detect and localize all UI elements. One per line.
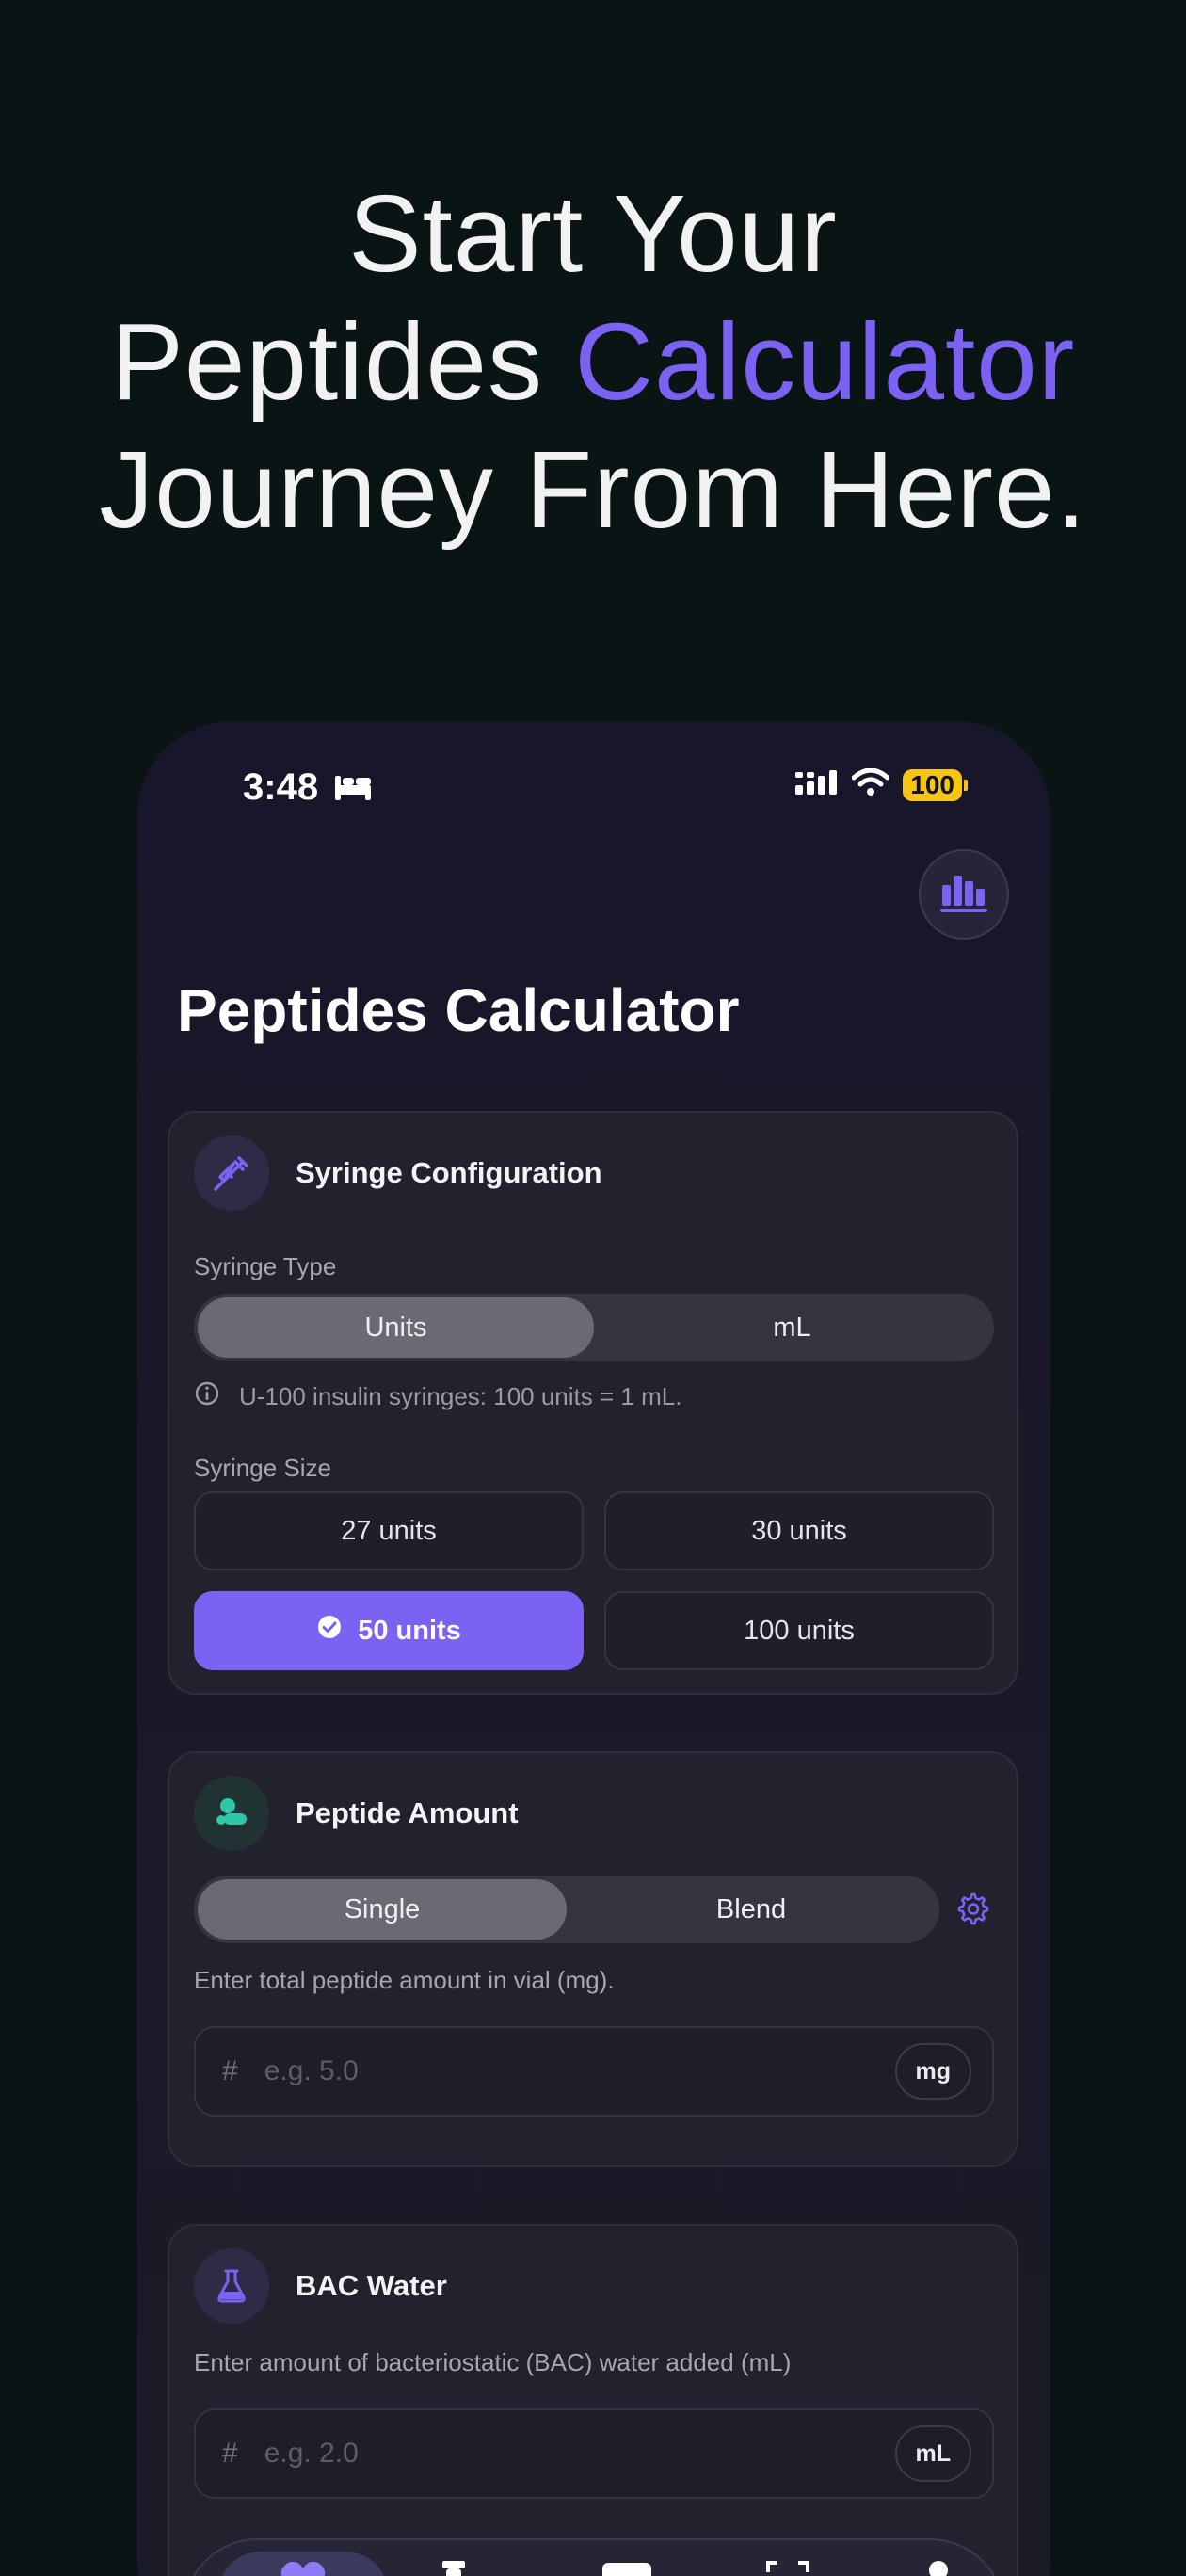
size-option-27[interactable]: 27 units (194, 1491, 584, 1570)
bar-chart-icon (938, 872, 989, 918)
peptide-amount-card: Peptide Amount Single Blend Enter total … (168, 1751, 1018, 2167)
battery-tip (964, 779, 968, 791)
bed-icon (333, 772, 373, 807)
syringe-type-units[interactable]: Units (198, 1297, 594, 1358)
bac-hint: Enter amount of bacteriostatic (BAC) wat… (194, 2348, 792, 2376)
bac-water-card: BAC Water Enter amount of bacteriostatic… (168, 2224, 1018, 2576)
size-option-30[interactable]: 30 units (604, 1491, 994, 1570)
bac-water-field[interactable]: # mL (194, 2408, 994, 2499)
card-title: Syringe Configuration (296, 1156, 602, 1189)
unit-badge: mL (894, 2425, 971, 2482)
unit-badge: mg (894, 2043, 971, 2100)
card-icon[interactable] (601, 2559, 653, 2576)
card-header: BAC Water (194, 2248, 447, 2324)
heart-icon[interactable] (279, 2559, 328, 2576)
gear-icon[interactable] (956, 1892, 990, 1931)
size-option-label: 30 units (751, 1515, 847, 1546)
marketing-screen: Start Your Peptides Calculator Journey F… (0, 0, 1186, 2576)
check-circle-icon (316, 1614, 343, 1648)
status-icons: 100 (795, 767, 968, 801)
flask-icon (194, 2248, 269, 2324)
syringe-type-ml[interactable]: mL (594, 1297, 990, 1358)
stats-button[interactable] (919, 849, 1009, 940)
headline: Start Your Peptides Calculator Journey F… (0, 169, 1186, 554)
peptide-hint: Enter total peptide amount in vial (mg). (194, 1966, 615, 1994)
headline-line-3: Journey From Here. (99, 428, 1087, 551)
size-option-100[interactable]: 100 units (604, 1591, 994, 1670)
phone-screen: 3:48 100 Peptides Calculator Syringe Con… (137, 721, 1050, 2576)
syringe-type-toggle[interactable]: Units mL (194, 1294, 994, 1361)
card-title: BAC Water (296, 2269, 447, 2302)
peptide-amount-field[interactable]: # mg (194, 2026, 994, 2117)
size-option-label: 27 units (341, 1515, 437, 1546)
peptide-mode-blend[interactable]: Blend (567, 1879, 936, 1940)
syringe-icon (194, 1135, 269, 1211)
hash-icon: # (222, 2055, 238, 2086)
peptide-mode-toggle[interactable]: Single Blend (194, 1876, 939, 1943)
info-text: U-100 insulin syringes: 100 units = 1 mL… (239, 1382, 682, 1410)
vial-icon[interactable] (437, 2559, 471, 2576)
battery-icon: 100 (903, 768, 962, 801)
card-header: Peptide Amount (194, 1776, 519, 1851)
scan-icon[interactable] (764, 2559, 811, 2576)
profile-icon[interactable] (924, 2559, 953, 2576)
hash-icon: # (222, 2438, 238, 2469)
bottom-nav (183, 2538, 1005, 2576)
bac-water-input[interactable] (264, 2438, 895, 2470)
signal-icon (795, 768, 839, 801)
card-title: Peptide Amount (296, 1796, 519, 1829)
wifi-icon (851, 767, 890, 801)
syringe-size-label: Syringe Size (194, 1454, 331, 1482)
card-header: Syringe Configuration (194, 1135, 602, 1211)
syringe-type-label: Syringe Type (194, 1252, 337, 1280)
syringe-info: U-100 insulin syringes: 100 units = 1 mL… (194, 1380, 681, 1413)
size-option-label: 100 units (744, 1615, 855, 1646)
status-time: 3:48 (243, 766, 319, 808)
size-option-50[interactable]: 50 units (194, 1591, 584, 1670)
headline-line-1: Start Your (348, 172, 838, 295)
peptide-amount-input[interactable] (264, 2055, 895, 2087)
headline-accent: Calculator (574, 300, 1076, 423)
headline-line-2: Peptides Calculator (0, 298, 1186, 426)
page-title: Peptides Calculator (177, 976, 740, 1044)
pills-icon (194, 1776, 269, 1851)
peptide-mode-single[interactable]: Single (198, 1879, 567, 1940)
syringe-config-card: Syringe Configuration Syringe Type Units… (168, 1111, 1018, 1695)
size-option-label: 50 units (358, 1615, 461, 1646)
headline-line-2-text: Peptides (110, 300, 575, 423)
info-icon (194, 1380, 220, 1413)
